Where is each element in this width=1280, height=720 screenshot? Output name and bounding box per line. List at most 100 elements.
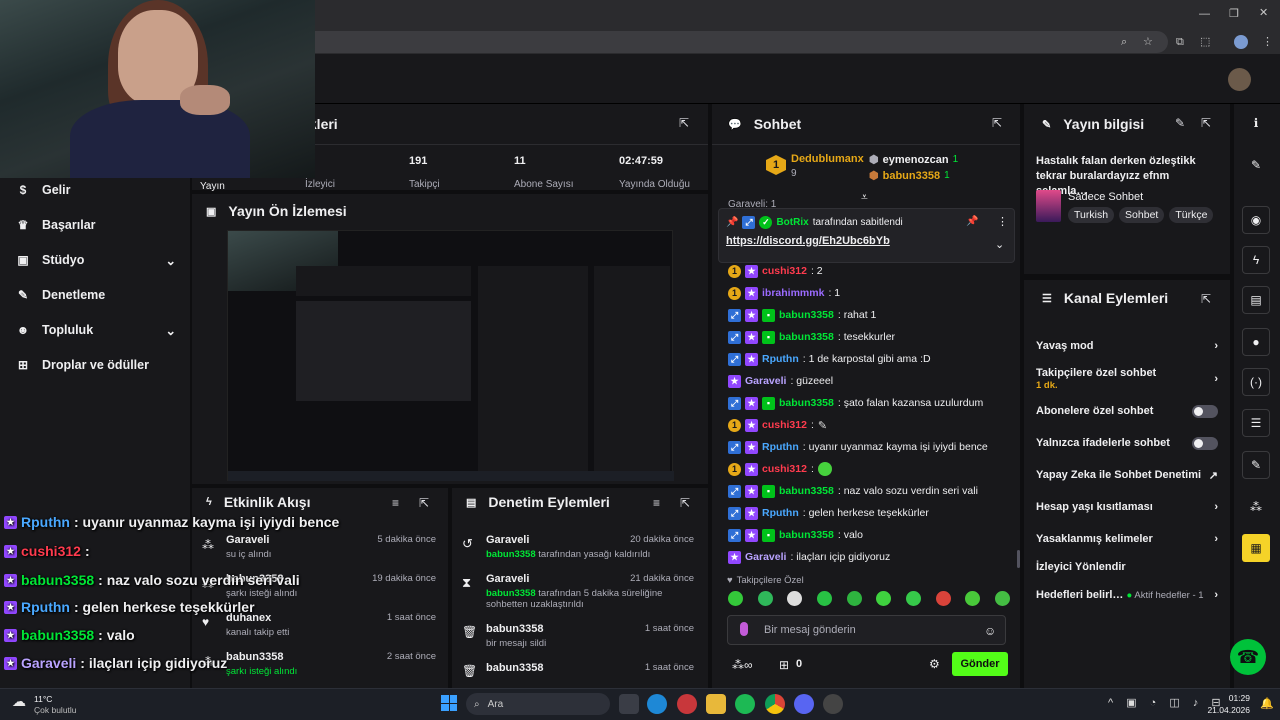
chat-message[interactable]: 1 ★ cushi312: ✎ (728, 415, 827, 435)
toggle-switch[interactable] (1192, 436, 1218, 450)
chat-username[interactable]: cushi312 (762, 265, 807, 277)
sidebar-item-gelir[interactable]: $ Gelir (16, 179, 71, 201)
toggle-switch[interactable] (1192, 404, 1218, 418)
folder-icon[interactable] (706, 694, 726, 714)
chat-message[interactable]: ⤢ ★ Rputhn: gelen herkese teşekkürler (728, 503, 929, 523)
chrome-icon[interactable] (765, 694, 785, 714)
wrench-icon[interactable]: ✎ (1242, 451, 1270, 479)
camera-icon[interactable]: ◉ (1242, 206, 1270, 234)
clock-time[interactable]: 01:29 (1220, 693, 1250, 703)
popout-icon[interactable]: ⇱ (679, 116, 689, 130)
chat-message[interactable]: ⤢ ★ ▪ babun3358: valo (728, 525, 863, 545)
emote-icon[interactable] (994, 591, 1010, 606)
mod-row[interactable]: 🗑 babun3358 bir mesajı sildi 1 saat önce (462, 623, 702, 653)
mod-row[interactable]: ⧗ Garaveli babun3358 tarafından 5 dakika s… (462, 573, 702, 615)
mod-row[interactable]: ↺ Garaveli babun3358 tarafından yasağı kal… (462, 534, 702, 564)
menu-icon[interactable]: ⋮ (1262, 35, 1273, 48)
support-icon[interactable]: ☎ (1230, 639, 1266, 675)
obs-icon[interactable] (823, 694, 843, 714)
emote-icon[interactable] (816, 591, 832, 606)
activity-row[interactable]: ⁂ babun3358 şarkı isteği alındı 2 saat önce (202, 651, 444, 681)
emote-only-chat[interactable]: Yalnızca ifadelerle sohbet (1036, 435, 1218, 451)
chat-bubble-icon[interactable]: ● (1242, 328, 1270, 356)
activity-row[interactable]: ⁂ Garaveli su iç alındı 5 dakika önce (202, 534, 444, 564)
send-button[interactable]: Gönder (952, 652, 1008, 676)
mic-icon[interactable] (740, 622, 748, 636)
zoom-icon[interactable]: ⌕ (1121, 36, 1127, 49)
emote-icon[interactable] (846, 591, 862, 606)
sidebar-item-denetleme[interactable]: ✎ Denetleme (16, 284, 105, 306)
filter-icon[interactable]: ≡ (653, 496, 660, 510)
chat-message[interactable]: ⤢ ★ ▪ babun3358: naz valo sozu verdin seri … (728, 481, 978, 501)
pinned-link[interactable]: https://discord.gg/Eh2Ubc6bYb (726, 235, 890, 247)
chat-username[interactable]: Rputhn (762, 507, 799, 519)
chat-username[interactable]: ibrahimmmk (762, 287, 824, 299)
chat-input[interactable]: Bir mesaj gönderin (764, 624, 856, 636)
chat-username[interactable]: cushi312 (762, 463, 807, 475)
popout-icon[interactable]: ⇱ (1201, 292, 1211, 306)
filter-icon[interactable]: ≡ (392, 496, 399, 510)
chat-message[interactable]: 1 ★ ibrahimmmk: 1 (728, 283, 840, 303)
chat-message[interactable]: ⤢ ★ ▪ babun3358: şato falan kazansa uzulurd… (728, 393, 983, 413)
stream-preview[interactable] (227, 230, 674, 481)
emote-icon[interactable] (728, 591, 743, 606)
app-icon[interactable] (677, 694, 697, 714)
edge-icon[interactable] (647, 694, 667, 714)
discord-icon[interactable] (794, 694, 814, 714)
popout-icon[interactable]: ⇱ (1201, 116, 1211, 130)
edit-icon[interactable]: ✎ (1242, 151, 1270, 179)
emote-icon[interactable] (935, 591, 951, 606)
pin-icon[interactable]: 📌 (966, 216, 978, 227)
star-icon[interactable]: ☆ (1143, 35, 1153, 48)
tag[interactable]: Sohbet (1119, 207, 1165, 223)
gear-icon[interactable]: ⚙ (929, 657, 940, 671)
emote-icon[interactable] (965, 591, 981, 606)
chat-message[interactable]: ⤢ ★ Rputhn: uyanır uyanmaz kayma işi iyiyd… (728, 437, 988, 457)
notification-icon[interactable]: 🔔 (1260, 697, 1274, 710)
emote-icon[interactable] (787, 591, 803, 606)
chat-username[interactable]: babun3358 (779, 529, 834, 541)
extensions-icon[interactable]: ⬚ (1200, 35, 1210, 48)
sidebar-item-basarilar[interactable]: ♛ Başarılar (16, 214, 96, 236)
goals[interactable]: Hedefleri belirl… ● Aktif hedefler - 1 › (1036, 587, 1218, 603)
chat-scrollbar[interactable] (1017, 550, 1020, 568)
lightning-icon[interactable]: ϟ (1242, 246, 1270, 274)
document-icon[interactable]: ▤ (1242, 286, 1270, 314)
category-name[interactable]: Sadece Sohbet (1068, 191, 1143, 203)
chat-username[interactable]: Rputhn (762, 441, 799, 453)
more-icon[interactable]: ⋮ (997, 215, 1008, 228)
emote-icon[interactable] (905, 591, 921, 606)
leader-row[interactable]: ⬢ eymenozcan 1 (869, 153, 958, 167)
chat-username[interactable]: cushi312 (762, 419, 807, 431)
chat-message[interactable]: 1 ★ cushi312: 2 (728, 261, 823, 281)
info-icon[interactable]: ℹ (1242, 109, 1270, 137)
chat-message[interactable]: 1 ★ cushi312: (728, 459, 832, 479)
profile-icon[interactable] (1234, 35, 1248, 49)
chat-username[interactable]: babun3358 (779, 309, 834, 321)
account-age[interactable]: Hesap yaşı kısıtlaması › (1036, 499, 1218, 515)
avatar[interactable] (1228, 68, 1251, 91)
tag[interactable]: Türkçe (1169, 207, 1214, 223)
popout-icon[interactable]: ⇱ (419, 496, 429, 510)
chat-username[interactable]: Garaveli (745, 375, 786, 387)
emote-icon[interactable] (876, 591, 892, 606)
category-thumb[interactable] (1036, 190, 1061, 222)
tag[interactable]: Turkish (1068, 207, 1115, 223)
chat-message[interactable]: ⤢ ★ ▪ babun3358: rahat 1 (728, 305, 876, 325)
taskbar-search[interactable]: ⌕ Ara (466, 693, 610, 715)
address-input[interactable] (300, 31, 1168, 53)
maximize-icon[interactable]: ❐ (1229, 7, 1239, 20)
mod-row[interactable]: 🗑 babun3358 1 saat önce (462, 662, 702, 682)
chat-username[interactable]: Garaveli (745, 551, 786, 563)
followers-only-chat[interactable]: Takipçilere özel sohbet 1 dk. › (1036, 366, 1218, 392)
spotify-icon[interactable] (735, 694, 755, 714)
windows-start-icon[interactable] (441, 695, 457, 711)
sidebar-item-droplar[interactable]: ⊞ Droplar ve ödüller (16, 354, 149, 376)
chat-message[interactable]: ⤢ ★ ▪ babun3358: tesekkurler (728, 327, 895, 347)
weather-temp[interactable]: 11°C (34, 694, 52, 704)
chat-message[interactable]: ⤢ ★ Rputhn: 1 de karpostal gibi ama :D (728, 349, 931, 369)
task-view-icon[interactable] (619, 694, 639, 714)
sub-only-chat[interactable]: Abonelere özel sohbet (1036, 403, 1218, 419)
broadcast-icon[interactable]: (·) (1242, 368, 1270, 396)
users-icon[interactable]: ⁂ (1242, 493, 1270, 521)
